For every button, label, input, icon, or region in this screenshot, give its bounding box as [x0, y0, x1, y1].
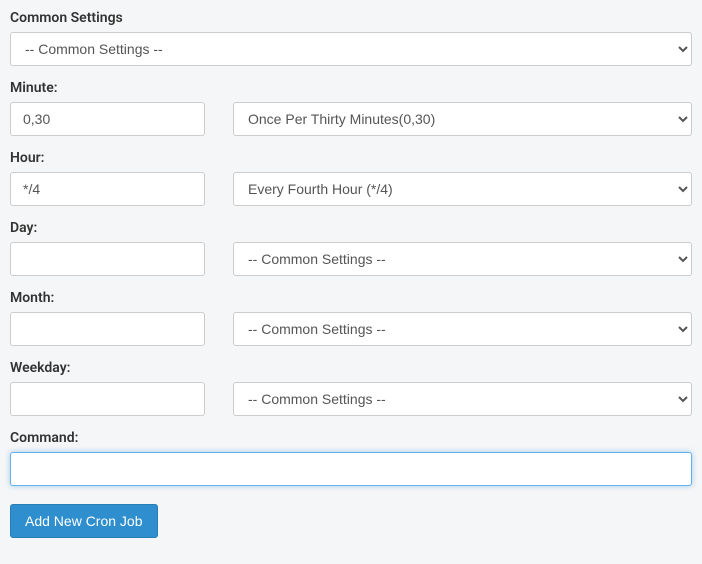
- day-input[interactable]: [10, 242, 205, 276]
- hour-label: Hour:: [10, 150, 692, 166]
- hour-select[interactable]: Every Fourth Hour (*/4): [233, 172, 692, 206]
- day-select[interactable]: -- Common Settings --: [233, 242, 692, 276]
- command-input[interactable]: [10, 452, 692, 486]
- weekday-input[interactable]: [10, 382, 205, 416]
- hour-input[interactable]: [10, 172, 205, 206]
- weekday-label: Weekday:: [10, 360, 692, 376]
- common-settings-label: Common Settings: [10, 10, 692, 26]
- add-cron-job-button[interactable]: Add New Cron Job: [10, 504, 158, 538]
- command-label: Command:: [10, 430, 692, 446]
- minute-input[interactable]: [10, 102, 205, 136]
- minute-select[interactable]: Once Per Thirty Minutes(0,30): [233, 102, 692, 136]
- common-settings-select[interactable]: -- Common Settings --: [10, 32, 692, 66]
- day-label: Day:: [10, 220, 692, 236]
- weekday-select[interactable]: -- Common Settings --: [233, 382, 692, 416]
- month-input[interactable]: [10, 312, 205, 346]
- minute-label: Minute:: [10, 80, 692, 96]
- month-select[interactable]: -- Common Settings --: [233, 312, 692, 346]
- month-label: Month:: [10, 290, 692, 306]
